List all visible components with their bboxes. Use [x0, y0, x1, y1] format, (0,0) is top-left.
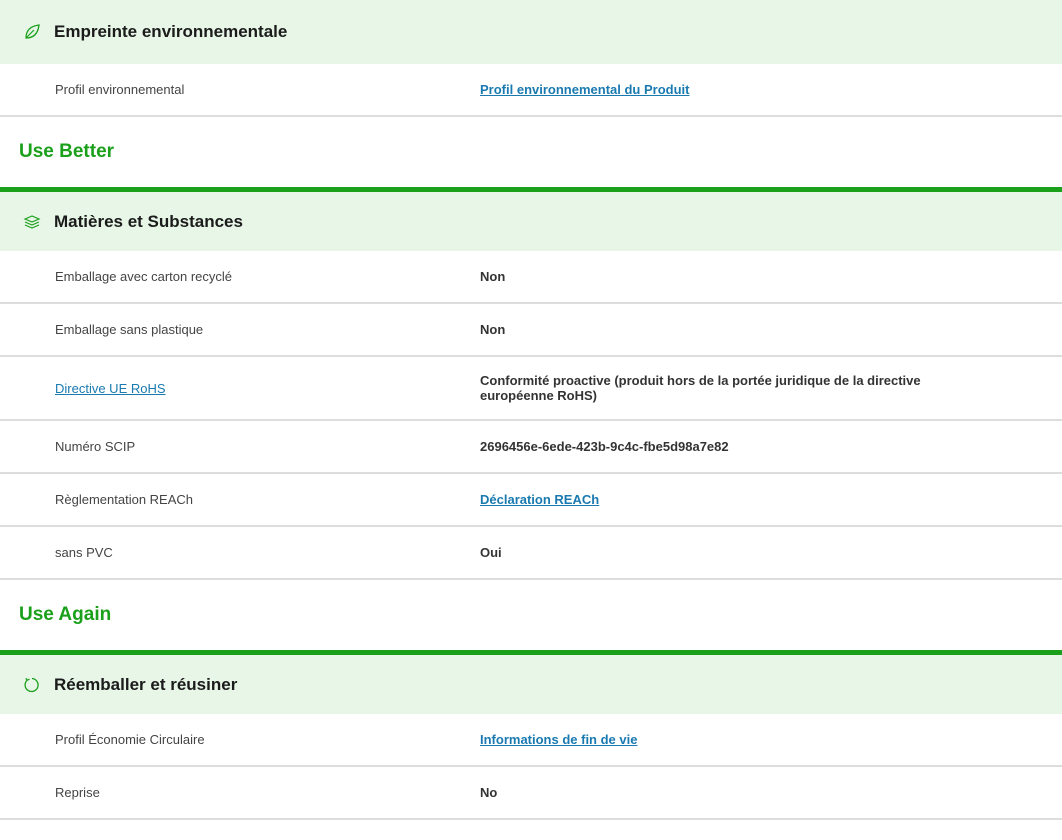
row-sans-pvc: sans PVC Oui: [0, 527, 1062, 580]
row-value: Informations de fin de vie: [480, 732, 1062, 747]
row-value: 2696456e-6ede-423b-9c4c-fbe5d98a7e82: [480, 439, 729, 454]
row-value: Déclaration REACh: [480, 492, 1062, 507]
row-value: Oui: [480, 545, 502, 560]
row-label: Règlementation REACh: [55, 492, 194, 507]
row-reprise: Reprise No: [0, 767, 1062, 820]
row-label: Emballage avec carton recyclé: [55, 269, 233, 284]
section-title: Empreinte environnementale: [54, 22, 288, 41]
row-value: Non: [480, 269, 506, 284]
row-emballage-carton: Emballage avec carton recyclé Non: [0, 251, 1062, 304]
section-header-matieres: Matières et Substances: [0, 187, 1062, 251]
directive-rohs-link[interactable]: Directive UE RoHS: [55, 381, 166, 396]
category-use-better: Use Better: [19, 141, 115, 162]
leaf-icon: [22, 22, 42, 42]
row-label: Profil Économie Circulaire: [55, 732, 205, 747]
section-header-reemballer: Réemballer et réusiner: [0, 650, 1062, 714]
refresh-icon: [22, 675, 42, 695]
row-value: Non: [480, 322, 506, 337]
section-header-empreinte: Empreinte environnementale: [0, 0, 1062, 64]
fin-de-vie-link[interactable]: Informations de fin de vie: [480, 732, 637, 747]
row-label: Numéro SCIP: [55, 439, 136, 454]
row-profil-environnemental: Profil environnemental Profil environnem…: [0, 64, 1062, 117]
row-value: No: [480, 785, 498, 800]
section-title: Matières et Substances: [54, 211, 243, 231]
row-label: sans PVC: [55, 545, 113, 560]
row-reach: Règlementation REACh Déclaration REACh: [0, 474, 1062, 527]
row-profil-economie-circulaire: Profil Économie Circulaire Informations …: [0, 714, 1062, 767]
profil-environnemental-link[interactable]: Profil environnemental du Produit: [480, 82, 689, 97]
row-label: Emballage sans plastique: [55, 322, 204, 337]
row-value: Conformité proactive (produit hors de la…: [480, 373, 921, 403]
section-title: Réemballer et réusiner: [54, 674, 238, 694]
row-label: Reprise: [55, 785, 100, 800]
row-label: Directive UE RoHS: [0, 381, 480, 396]
row-value: Profil environnemental du Produit: [480, 82, 1062, 97]
category-use-again: Use Again: [19, 604, 112, 625]
row-label: Profil environnemental: [55, 82, 185, 97]
row-emballage-plastique: Emballage sans plastique Non: [0, 304, 1062, 357]
row-directive-rohs: Directive UE RoHS Conformité proactive (…: [0, 357, 1062, 421]
row-numero-scip: Numéro SCIP 2696456e-6ede-423b-9c4c-fbe5…: [0, 421, 1062, 474]
layers-icon: [22, 212, 42, 232]
declaration-reach-link[interactable]: Déclaration REACh: [480, 492, 599, 507]
environment-details: Empreinte environnementale Profil enviro…: [0, 0, 1062, 820]
